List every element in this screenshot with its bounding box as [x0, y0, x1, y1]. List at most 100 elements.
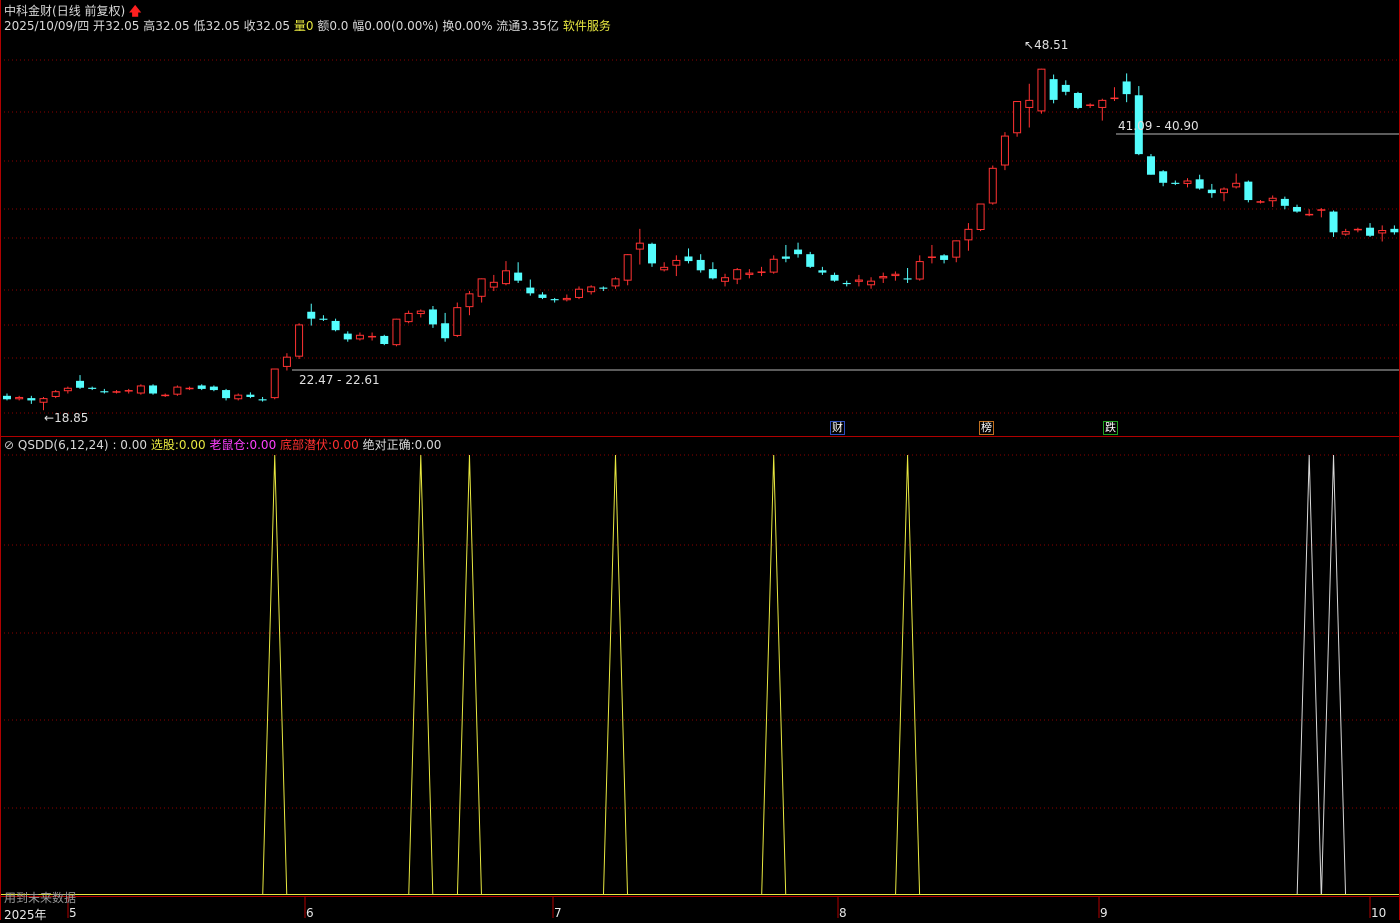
candle [1232, 173, 1241, 189]
indicator-series [0, 454, 1400, 895]
high-label: 高 [143, 19, 156, 33]
future-data-note: 用到未来数据 [4, 891, 77, 905]
candle-body [1146, 156, 1155, 175]
candle [903, 268, 912, 283]
candle [161, 393, 170, 397]
candle-body [587, 286, 596, 293]
candle-body [648, 243, 657, 264]
candle [854, 274, 863, 287]
candle-body [1098, 99, 1107, 108]
close-value: 32.05 [255, 19, 291, 33]
candle [63, 386, 72, 394]
juedui-value: 0.00 [414, 438, 442, 452]
resist-line-label[interactable]: 41.09 - 40.90 [1118, 119, 1199, 133]
candle [51, 390, 60, 399]
candle [550, 297, 559, 303]
candle-body [1293, 206, 1302, 212]
candle [1293, 204, 1302, 213]
date-label-year: 2025年 [4, 908, 47, 922]
candle [88, 386, 97, 391]
candle [270, 368, 279, 400]
candle [258, 396, 267, 402]
candle [1183, 178, 1192, 188]
high-mark-annotation: ↖48.51 [1024, 38, 1069, 52]
up-arrow-icon: 🡅 [129, 4, 142, 18]
candle [915, 255, 924, 281]
candle [222, 388, 231, 401]
candle-body [416, 310, 425, 315]
candle-body [708, 269, 717, 279]
candle-body [940, 255, 949, 260]
open-label: 开 [93, 19, 106, 33]
candle-body [733, 269, 742, 280]
change-label: 幅 [352, 19, 365, 33]
candle [1280, 196, 1289, 210]
candle [891, 271, 900, 281]
candle-body [270, 368, 279, 399]
volume-value: 0 [305, 19, 314, 33]
quote-date: 2025/10/09/四 [4, 19, 90, 33]
candle [927, 244, 936, 264]
candle [477, 278, 486, 303]
candle [1171, 180, 1180, 186]
candle [623, 254, 632, 286]
signal-spike [1321, 454, 1347, 895]
candle-body [1317, 209, 1326, 211]
candle [39, 396, 48, 411]
candle-body [818, 270, 827, 273]
candle-body [39, 398, 48, 403]
candle [721, 273, 730, 287]
title-row: 中科金财(日线 前复权) 🡅 [4, 4, 141, 18]
candle-body [781, 256, 790, 259]
candle-body [1390, 228, 1399, 233]
candle-body [562, 297, 571, 301]
dropdown-icon[interactable]: ⊘ [4, 438, 14, 452]
candle [27, 395, 36, 404]
candle-body [1159, 171, 1168, 183]
date-label-jun: 6 [306, 906, 314, 920]
candle [1146, 154, 1155, 175]
candle-body [794, 249, 803, 255]
chart-canvas[interactable] [0, 0, 1400, 920]
stock-chart-window[interactable]: 中科金财(日线 前复权) 🡅 2025/10/09/四 开32.05 高32.0… [0, 0, 1400, 922]
quote-info-row: 2025/10/09/四 开32.05 高32.05 低32.05 收32.05… [4, 19, 611, 33]
event-tag-ranking[interactable]: 榜 [979, 421, 994, 435]
candle [112, 390, 121, 394]
candle [684, 248, 693, 264]
candle-body [952, 240, 961, 258]
candle [124, 388, 133, 394]
candle [295, 323, 304, 359]
change-value: 0.00(0.00%) [364, 19, 439, 33]
signal-spike [1296, 454, 1322, 895]
indicator-name[interactable]: QSDD(6,12,24) [18, 438, 109, 452]
support-line-label[interactable]: 22.47 - 22.61 [299, 373, 380, 387]
event-tag-finance[interactable]: 财 [830, 421, 845, 435]
candle-body [355, 334, 364, 340]
period-label[interactable]: (日线 前复权) [52, 4, 125, 18]
candle-body [1013, 101, 1022, 134]
candle [964, 223, 973, 251]
candle [562, 294, 571, 302]
juedui-label: 绝对正确: [362, 438, 415, 452]
candle [355, 332, 364, 341]
candle-body [343, 333, 352, 340]
candle-body [246, 394, 255, 397]
candle [952, 240, 961, 263]
candle [574, 286, 583, 300]
industry-link[interactable]: 软件服务 [563, 19, 611, 33]
candle [976, 203, 985, 232]
candle-body [1207, 189, 1216, 194]
candle-body [867, 280, 876, 286]
candle [733, 268, 742, 285]
candle-body [526, 287, 535, 294]
stock-name[interactable]: 中科金财 [4, 4, 52, 18]
candle-body [1086, 104, 1095, 106]
candle-body [88, 387, 97, 389]
candle-body [185, 387, 194, 390]
candle-body [3, 395, 11, 400]
candle-body [307, 311, 316, 319]
candle-body [879, 276, 888, 279]
candle [1207, 183, 1216, 198]
candle-body [891, 273, 900, 277]
event-tag-drop[interactable]: 跌 [1103, 421, 1118, 435]
